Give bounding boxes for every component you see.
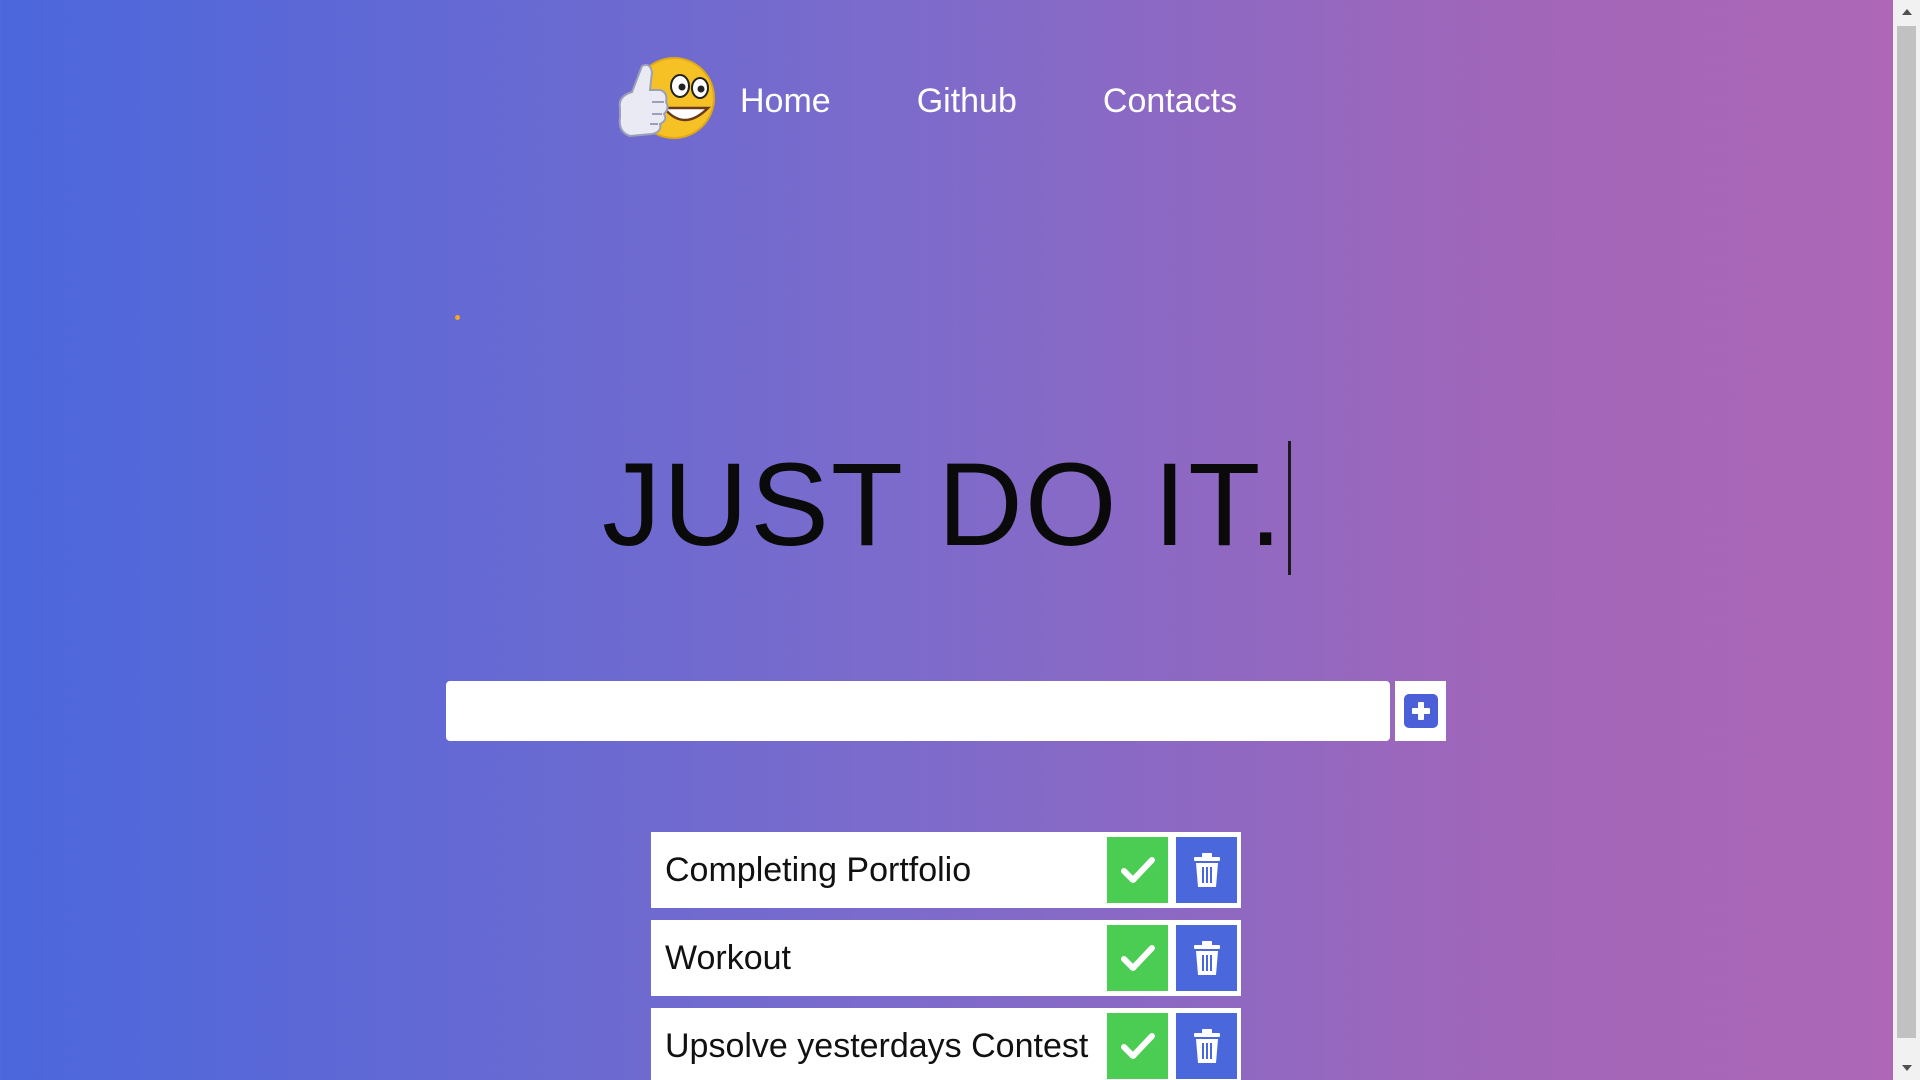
delete-button[interactable] [1176, 837, 1237, 903]
top-nav: Home Github Contacts [612, 56, 1287, 146]
add-todo-button[interactable] [1395, 681, 1446, 741]
todo-item: Workout [651, 920, 1241, 996]
vertical-scrollbar[interactable] [1893, 0, 1920, 1080]
delete-button[interactable] [1176, 1013, 1237, 1079]
todo-item: Completing Portfolio [651, 832, 1241, 908]
check-icon [1120, 1033, 1155, 1059]
todo-text: Workout [665, 938, 791, 977]
todo-input[interactable] [446, 681, 1390, 741]
decorative-dot [455, 315, 460, 320]
trash-icon [1193, 941, 1220, 975]
todo-item: Upsolve yesterdays Contest [651, 1008, 1241, 1080]
nav-link-home[interactable]: Home [740, 82, 831, 121]
scrollbar-thumb[interactable] [1897, 26, 1916, 1038]
plus-square-icon [1403, 694, 1438, 728]
complete-button[interactable] [1107, 925, 1168, 991]
trash-icon [1193, 1029, 1220, 1063]
typing-cursor [1288, 440, 1291, 575]
check-icon [1120, 945, 1155, 971]
check-icon [1120, 857, 1155, 883]
delete-button[interactable] [1176, 925, 1237, 991]
scroll-down-arrow-icon[interactable] [1893, 1056, 1920, 1080]
hero-title: JUST DO IT. [0, 430, 1893, 581]
nav-link-github[interactable]: Github [917, 82, 1017, 121]
add-todo-form [446, 681, 1446, 741]
logo-thumbs-up-emoji-icon[interactable] [612, 56, 720, 146]
todo-text: Upsolve yesterdays Contest [665, 1026, 1089, 1065]
complete-button[interactable] [1107, 837, 1168, 903]
hero-title-text: JUST DO IT. [601, 439, 1284, 571]
nav-link-contacts[interactable]: Contacts [1103, 82, 1237, 121]
todo-text: Completing Portfolio [665, 850, 972, 889]
scroll-up-arrow-icon[interactable] [1893, 0, 1920, 24]
complete-button[interactable] [1107, 1013, 1168, 1079]
trash-icon [1193, 853, 1220, 887]
todo-list: Completing Portfolio Workout Upsolve yes… [651, 832, 1241, 1080]
